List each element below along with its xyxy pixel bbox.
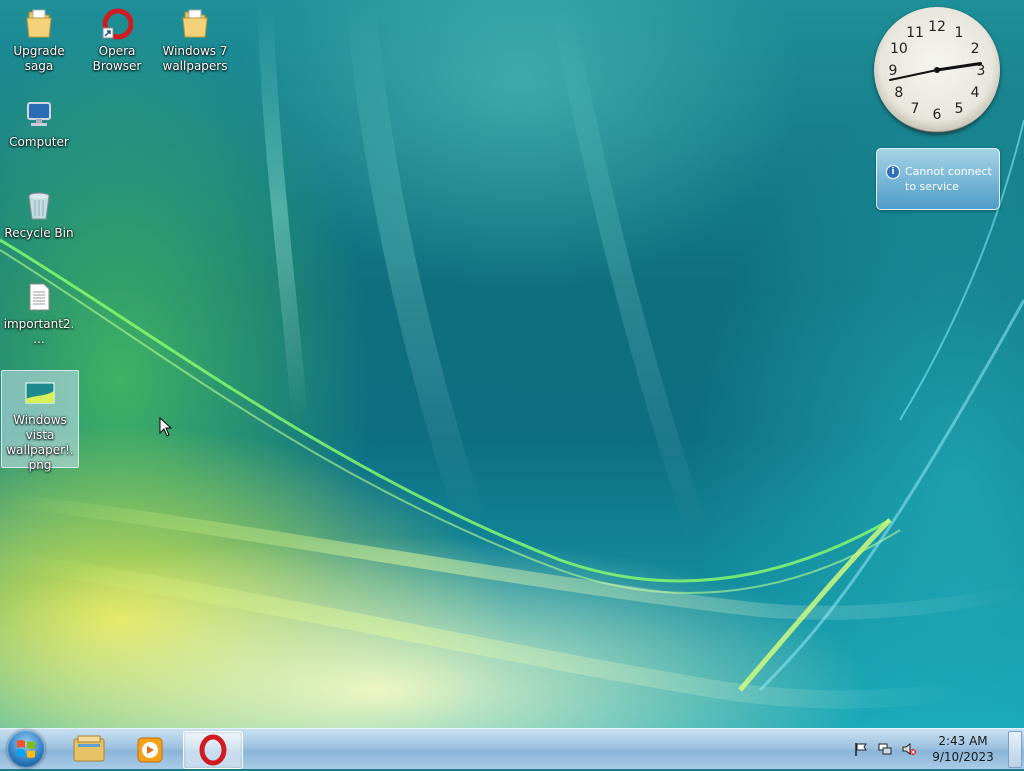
explorer-icon — [73, 735, 105, 762]
desktop-icon-computer[interactable]: Computer — [1, 93, 77, 150]
clock-number: 5 — [955, 101, 964, 117]
tray-time: 2:43 AM — [938, 734, 988, 748]
network-icon[interactable] — [878, 742, 892, 756]
taskbar: 2:43 AM 9/10/2023 — [0, 728, 1024, 769]
clock-number: 8 — [894, 85, 903, 101]
clock-hour-hand — [935, 61, 983, 72]
volume-muted-icon[interactable] — [902, 742, 916, 756]
action-center-flag-icon[interactable] — [854, 742, 868, 756]
clock-number: 12 — [928, 19, 946, 35]
desktop-icon-label: important2.... — [3, 317, 75, 346]
clock-number: 10 — [890, 41, 908, 57]
desktop-icon-windows-vista-wallpaper[interactable]: Windows vista wallpaper!.png — [1, 370, 79, 472]
clock-number: 11 — [906, 25, 924, 41]
clock-number: 2 — [971, 41, 980, 57]
media-player-icon — [137, 737, 163, 763]
desktop-icon-label: Windows 7 wallpapers — [162, 44, 228, 73]
desktop-icon-label: Recycle Bin — [4, 226, 74, 240]
clock-number: 6 — [933, 107, 942, 123]
weather-status-message: Cannot connect to service — [905, 165, 992, 193]
clock-face: 12 1234567891011 — [889, 19, 986, 123]
desktop-icon-important2[interactable]: important2.... — [1, 275, 77, 347]
taskbar-media-player-button[interactable] — [121, 731, 179, 767]
desktop-icon-label: Windows vista wallpaper!.png — [6, 413, 74, 472]
opera-icon — [199, 734, 227, 766]
text-file-icon — [23, 281, 55, 313]
taskbar-opera-button[interactable] — [183, 731, 243, 769]
windows-logo-icon — [17, 740, 35, 758]
desktop-icon-opera-browser[interactable]: Opera Browser — [79, 2, 155, 74]
desktop-icon-upgrade-saga[interactable]: Upgrade saga — [1, 2, 77, 74]
wallpaper-light-streaks — [0, 0, 1024, 709]
opera-shortcut-icon — [101, 8, 134, 40]
folder-icon — [23, 8, 55, 40]
desktop-icon-recycle-bin[interactable]: Recycle Bin — [1, 184, 77, 241]
clock-number: 9 — [889, 63, 898, 79]
clock-number: 7 — [911, 101, 920, 117]
image-file-icon — [24, 377, 56, 409]
tray-date: 9/10/2023 — [932, 750, 994, 764]
desktop-wallpaper[interactable] — [0, 0, 1024, 728]
desktop-icon-label: Computer — [9, 135, 69, 149]
recycle-bin-icon — [23, 190, 55, 222]
tray-clock[interactable]: 2:43 AM 9/10/2023 — [932, 733, 994, 765]
show-desktop-button[interactable] — [1008, 731, 1022, 768]
mouse-pointer-icon — [159, 417, 173, 437]
clock-number: 4 — [971, 85, 980, 101]
info-icon: i — [886, 165, 900, 179]
desktop-icon-label: Opera Browser — [92, 44, 142, 73]
start-button[interactable] — [7, 730, 45, 768]
taskbar-explorer-button[interactable] — [60, 731, 118, 767]
clock-gadget[interactable]: 12 1 2 3 4 5 6 7 8 9 10 11 — [874, 7, 1000, 133]
computer-icon — [23, 99, 55, 131]
clock-number: 1 — [955, 25, 964, 41]
weather-gadget[interactable]: i Cannot connect to service — [876, 148, 1000, 210]
desktop-icon-label: Upgrade saga — [13, 44, 65, 73]
system-tray: 2:43 AM 9/10/2023 — [854, 729, 1024, 769]
desktop-icon-windows-7-wallpapers[interactable]: Windows 7 wallpapers — [157, 2, 233, 74]
folder-icon — [179, 8, 211, 40]
